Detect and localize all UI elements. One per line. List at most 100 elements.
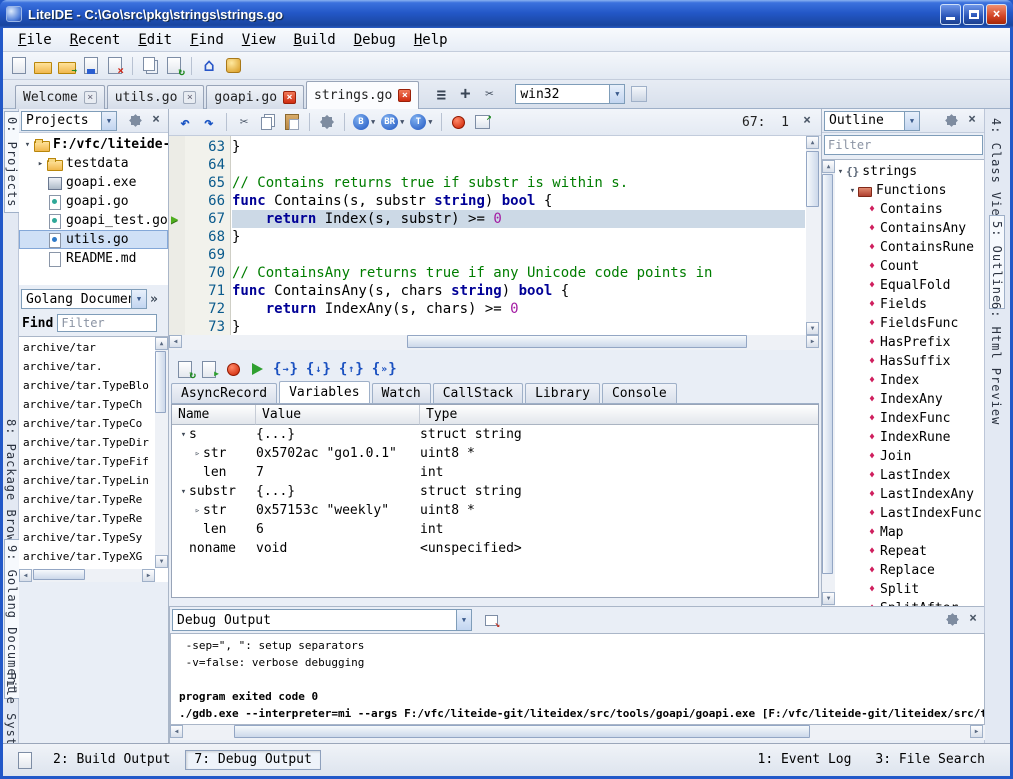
tree-item-utils-go[interactable]: utils.go (19, 230, 168, 249)
godoc-item-archive-tar-typeco[interactable]: archive/tar.TypeCo (19, 414, 168, 433)
debug-tab-callstack[interactable]: CallStack (433, 383, 523, 403)
debug-tab-watch[interactable]: Watch (372, 383, 431, 403)
tree-item-goapi-go[interactable]: goapi.go (19, 192, 168, 211)
outline-function-lastindexfunc[interactable]: ♦LastIndexFunc (835, 504, 985, 523)
outline-function-splitafter[interactable]: ♦SplitAfter (835, 599, 985, 606)
statusbar-button-3-file-search[interactable]: 3: File Search (866, 750, 994, 770)
debug-output-settings-icon[interactable] (945, 612, 961, 628)
column-header-name[interactable]: Name (172, 405, 256, 425)
scrollbar-thumb[interactable] (33, 569, 85, 580)
tab-list-icon[interactable] (430, 83, 452, 105)
outline-combo[interactable]: Outline ▼ (824, 111, 920, 131)
tab-goapi-go[interactable]: goapi.go× (206, 85, 304, 109)
export-icon[interactable] (472, 111, 494, 133)
scrollbar-thumb[interactable] (822, 174, 833, 574)
outline-function-containsrune[interactable]: ♦ContainsRune (835, 238, 985, 257)
scroll-down-icon[interactable]: ▼ (155, 555, 168, 568)
debug-tab-asyncrecord[interactable]: AsyncRecord (171, 383, 277, 403)
godoc-item-archive-tar[interactable]: archive/tar (19, 338, 168, 357)
scrollbar-thumb[interactable] (806, 151, 819, 207)
godoc-item-archive-tar-typere[interactable]: archive/tar.TypeRe (19, 509, 168, 528)
outline-function-indexrune[interactable]: ♦IndexRune (835, 428, 985, 447)
debug-tab-variables[interactable]: Variables (279, 381, 369, 403)
close-button[interactable]: × (986, 4, 1007, 25)
tree-item-goapi-test-go[interactable]: goapi_test.go (19, 211, 168, 230)
step-over-icon[interactable]: {→} (270, 358, 301, 380)
godoc-item-archive-tar-typere[interactable]: archive/tar.TypeRe (19, 490, 168, 509)
menu-find[interactable]: Find (181, 30, 233, 50)
godoc-item-archive-tar-typefif[interactable]: archive/tar.TypeFif (19, 452, 168, 471)
variable-row-str[interactable]: ▹str0x57153c "weekly"uint8 * (172, 501, 818, 520)
breakpoint-margin[interactable]: ▶ (169, 136, 185, 335)
outline-function-split[interactable]: ♦Split (835, 580, 985, 599)
detach-panel-icon[interactable] (480, 609, 502, 631)
scroll-up-icon[interactable]: ▲ (822, 160, 835, 173)
outline-function-map[interactable]: ♦Map (835, 523, 985, 542)
step-out-icon[interactable]: {↑} (336, 358, 367, 380)
open-file-icon[interactable] (32, 55, 54, 77)
home-icon[interactable] (198, 55, 220, 77)
settings-icon[interactable] (316, 111, 338, 133)
outline-function-indexfunc[interactable]: ♦IndexFunc (835, 409, 985, 428)
outline-function-fields[interactable]: ♦Fields (835, 295, 985, 314)
menu-recent[interactable]: Recent (61, 30, 130, 50)
scroll-left-icon[interactable]: ◀ (19, 569, 32, 582)
cut-icon[interactable] (233, 111, 255, 133)
menu-edit[interactable]: Edit (129, 30, 181, 50)
combo-dropdown-icon[interactable]: ▼ (131, 290, 146, 308)
godoc-item-archive-tar[interactable]: archive/tar. (19, 357, 168, 376)
menu-view[interactable]: View (233, 30, 285, 50)
debug-output-horizontal-scrollbar[interactable]: ◀ ▶ (170, 725, 985, 740)
variable-row-noname[interactable]: nonamevoid<unspecified> (172, 539, 818, 558)
projects-combo[interactable]: Projects ▼ (21, 111, 117, 131)
debug-output-close-icon[interactable]: × (965, 612, 981, 628)
tree-item-f-vfc-liteide-g[interactable]: ▾F:/vfc/liteide-g (19, 135, 168, 154)
editor-close-icon[interactable]: × (799, 114, 815, 130)
scroll-down-icon[interactable]: ▼ (806, 322, 819, 335)
close-split-icon[interactable] (478, 83, 500, 105)
redo-icon[interactable] (198, 111, 220, 133)
debug-output-combo[interactable]: Debug Output ▼ (172, 609, 472, 631)
tab-welcome[interactable]: Welcome× (15, 85, 105, 109)
outline-function-join[interactable]: ♦Join (835, 447, 985, 466)
outline-function-count[interactable]: ♦Count (835, 257, 985, 276)
combo-dropdown-icon[interactable]: ▼ (101, 112, 116, 130)
outline-root-strings[interactable]: ▾{}strings (835, 162, 985, 181)
outline-function-lastindex[interactable]: ♦LastIndex (835, 466, 985, 485)
outline-function-index[interactable]: ♦Index (835, 371, 985, 390)
restart-debug-icon[interactable] (174, 358, 196, 380)
undo-icon[interactable] (174, 111, 196, 133)
outline-function-hasprefix[interactable]: ♦HasPrefix (835, 333, 985, 352)
sidebar-tab-6-html-preview[interactable]: 6: Html Preview (989, 297, 1003, 430)
combo-dropdown-icon[interactable]: ▼ (904, 112, 919, 130)
variable-row-len[interactable]: len7int (172, 463, 818, 482)
outline-function-equalfold[interactable]: ♦EqualFold (835, 276, 985, 295)
tab-close-icon[interactable]: × (398, 89, 411, 102)
outline-function-indexany[interactable]: ♦IndexAny (835, 390, 985, 409)
statusbar-button-2-build-output[interactable]: 2: Build Output (44, 750, 179, 770)
outline-function-lastindexany[interactable]: ♦LastIndexAny (835, 485, 985, 504)
menu-file[interactable]: File (9, 30, 61, 50)
build-run-menu-button[interactable]: BR▼ (379, 111, 406, 133)
debug-tab-console[interactable]: Console (602, 383, 677, 403)
outline-group-functions[interactable]: ▾Functions (835, 181, 985, 200)
step-into-icon[interactable]: {↓} (303, 358, 334, 380)
tab-close-icon[interactable]: × (84, 91, 97, 104)
godoc-item-archive-tar-typeblo[interactable]: archive/tar.TypeBlo (19, 376, 168, 395)
outline-function-fieldsfunc[interactable]: ♦FieldsFunc (835, 314, 985, 333)
continue-icon[interactable] (246, 358, 268, 380)
godoc-item-archive-tar-typesy[interactable]: archive/tar.TypeSy (19, 528, 168, 547)
outline-close-icon[interactable]: × (964, 113, 980, 129)
menu-help[interactable]: Help (405, 30, 457, 50)
statusbar-button-1-event-log[interactable]: 1: Event Log (749, 750, 861, 770)
test-menu-button[interactable]: T▼ (408, 111, 434, 133)
scrollbar-thumb[interactable] (234, 725, 810, 738)
scroll-left-icon[interactable]: ◀ (169, 335, 182, 348)
godoc-vertical-scrollbar[interactable]: ▲ ▼ (155, 337, 168, 568)
scroll-up-icon[interactable]: ▲ (806, 136, 819, 149)
debug-tab-library[interactable]: Library (525, 383, 600, 403)
reload-file-icon[interactable] (163, 55, 185, 77)
combo-dropdown-icon[interactable]: ▼ (456, 610, 471, 630)
scroll-left-icon[interactable]: ◀ (170, 725, 183, 738)
godoc-item-archive-tar-typexg[interactable]: archive/tar.TypeXG (19, 547, 168, 566)
